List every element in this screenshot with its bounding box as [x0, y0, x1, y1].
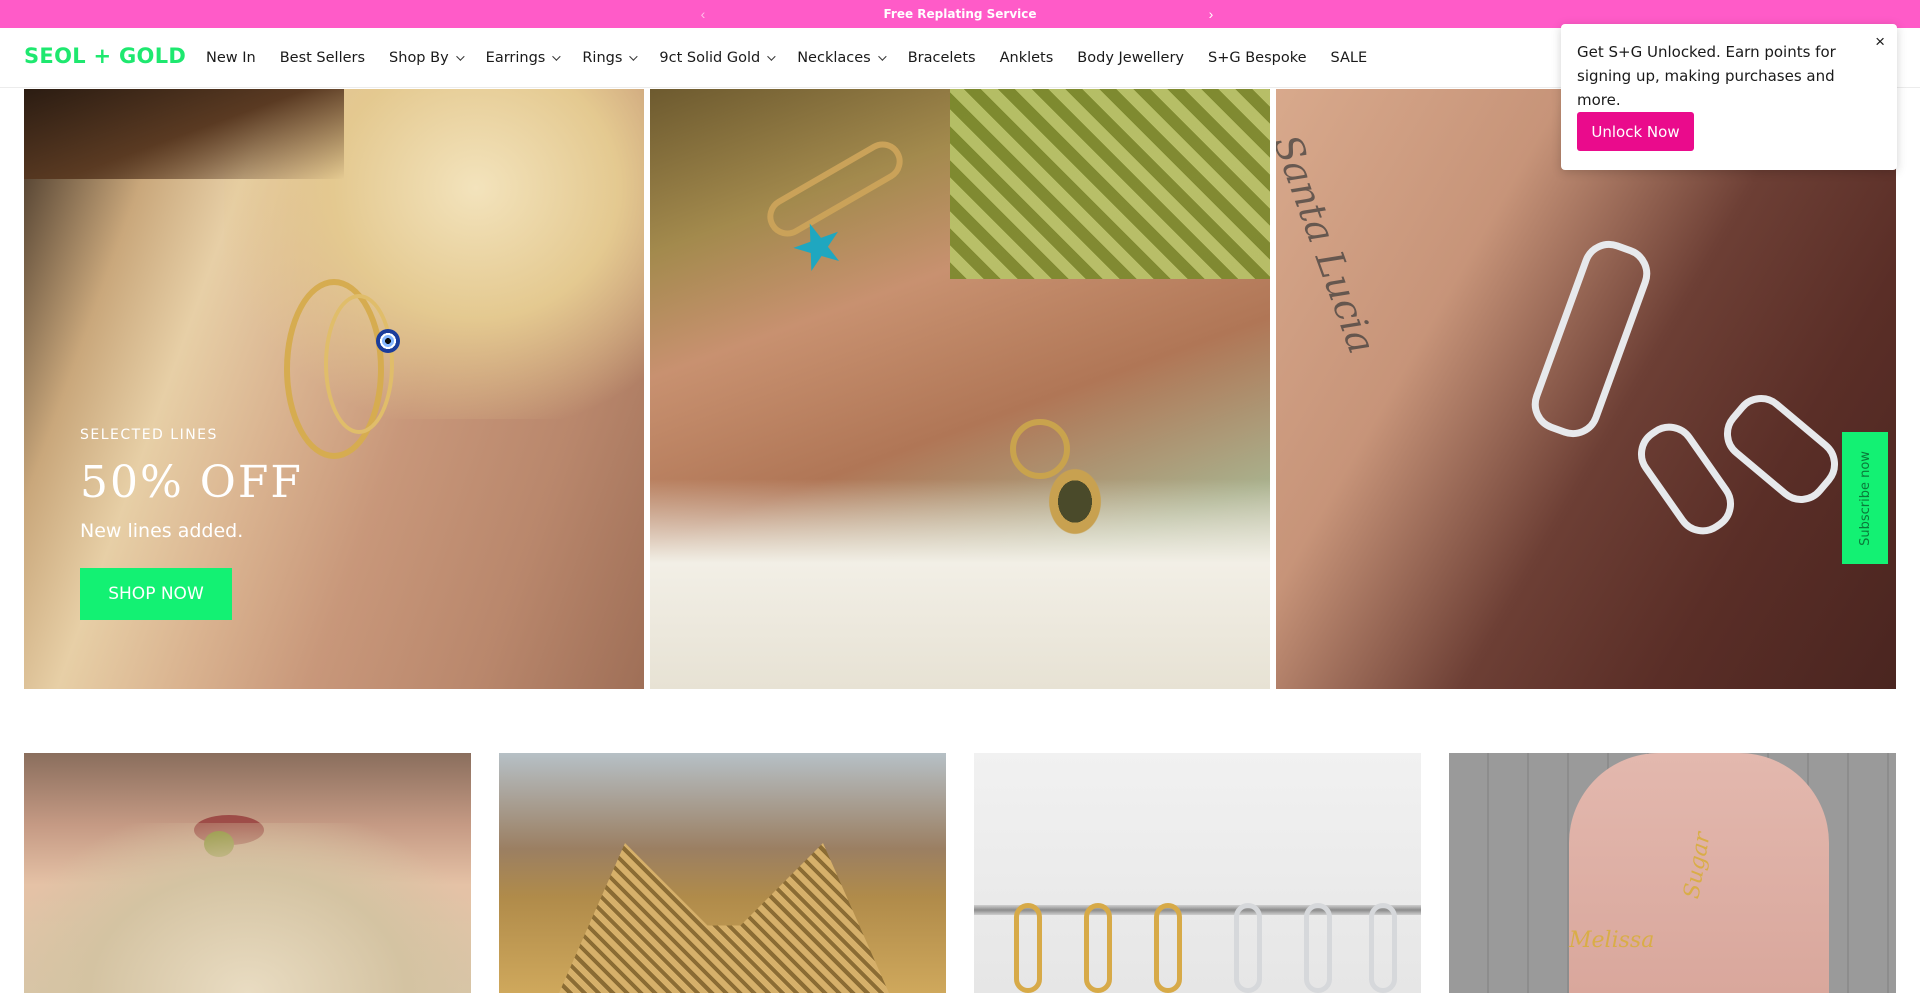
evil-eye-charm-image	[376, 329, 400, 353]
chevron-down-icon	[629, 52, 639, 61]
chevron-down-icon	[877, 52, 887, 61]
nav-label: Body Jewellery	[1077, 50, 1185, 66]
site-logo[interactable]: SEOL + GOLD	[24, 44, 186, 68]
chevron-down-icon	[455, 52, 465, 61]
silver-link-image	[1712, 383, 1850, 515]
main-nav: New In Best Sellers Shop By Earrings Rin…	[206, 28, 1391, 88]
subscribe-now-tab[interactable]: Subscribe now	[1842, 432, 1888, 564]
chevron-down-icon	[767, 52, 776, 61]
nav-label: SALE	[1330, 50, 1368, 66]
chevron-left-icon[interactable]: ‹	[694, 5, 712, 23]
product-card-olive[interactable]	[24, 753, 471, 993]
hero-subline: New lines added.	[80, 520, 244, 542]
product-card-hoops[interactable]	[974, 753, 1421, 993]
nav-item-9ct-solid-gold[interactable]: 9ct Solid Gold	[659, 50, 776, 66]
hero-image-earrings[interactable]: SELECTED LINES 50% OFF New lines added. …	[24, 89, 644, 689]
gingham-sleeve-decor	[950, 89, 1270, 279]
hero-image-silver-bracelet[interactable]: Santa Lucia	[1276, 89, 1896, 689]
announcement-text[interactable]: Free Replating Service	[883, 7, 1036, 21]
nav-item-anklets[interactable]: Anklets	[1000, 50, 1054, 66]
hero-image-starfish-bracelet[interactable]: ★	[650, 89, 1270, 689]
hoop-earring-image	[1234, 903, 1262, 993]
fur-coat-decor	[24, 823, 471, 993]
hoop-earring-image	[1369, 903, 1397, 993]
nav-item-sg-bespoke[interactable]: S+G Bespoke	[1208, 50, 1307, 66]
hoop-earring-image	[1014, 903, 1042, 993]
sequin-top-decor	[559, 843, 889, 993]
nav-item-sale[interactable]: SALE	[1331, 50, 1368, 66]
subscribe-now-label: Subscribe now	[1857, 450, 1873, 546]
nav-label: Bracelets	[907, 50, 976, 66]
nav-label: S+G Bespoke	[1208, 50, 1307, 66]
nav-item-best-sellers[interactable]: Best Sellers	[280, 50, 365, 66]
hero-sunglass-decor	[24, 89, 344, 179]
nav-label: Shop By	[389, 50, 449, 66]
close-icon[interactable]: ×	[1875, 32, 1885, 52]
lace-skirt-decor	[650, 479, 1270, 689]
nav-item-rings[interactable]: Rings	[582, 50, 639, 66]
nav-item-bracelets[interactable]: Bracelets	[908, 50, 976, 66]
hero-copy: SELECTED LINES 50% OFF New lines added. …	[80, 427, 303, 620]
nav-label: New In	[206, 50, 256, 66]
name-ring-image: Melissa	[1569, 928, 1655, 953]
nav-label: Best Sellers	[279, 50, 366, 66]
popup-message: Get S+G Unlocked. Earn points for signin…	[1577, 43, 1836, 109]
nav-label: Earrings	[485, 50, 546, 66]
hoop-earring-image	[1304, 903, 1332, 993]
product-card-name-rings[interactable]: Melissa Sugar	[1449, 753, 1896, 993]
hoop-earring-image	[324, 294, 394, 434]
nav-item-new-in[interactable]: New In	[206, 50, 256, 66]
nav-item-earrings[interactable]: Earrings	[485, 50, 562, 66]
chevron-down-icon	[552, 52, 562, 61]
hero-eyebrow: SELECTED LINES	[80, 427, 218, 443]
hero-headline: 50% OFF	[80, 457, 303, 508]
unlock-now-button[interactable]: Unlock Now	[1577, 112, 1694, 151]
signet-ring-image	[1045, 464, 1105, 539]
chevron-right-icon[interactable]: ›	[1202, 5, 1220, 23]
silver-clasp-image	[1523, 233, 1659, 445]
nav-label: 9ct Solid Gold	[659, 50, 761, 66]
nav-label: Necklaces	[797, 50, 871, 66]
nav-label: Anklets	[999, 50, 1054, 66]
hoop-earring-image	[1154, 903, 1182, 993]
loyalty-popup: Get S+G Unlocked. Earn points for signin…	[1561, 24, 1897, 170]
nav-item-necklaces[interactable]: Necklaces	[797, 50, 887, 66]
nav-item-body-jewellery[interactable]: Body Jewellery	[1077, 50, 1184, 66]
hoop-earring-image	[1084, 903, 1112, 993]
shop-now-button[interactable]: SHOP NOW	[80, 568, 232, 620]
tattoo-script-decor: Santa Lucia	[1276, 129, 1385, 360]
product-card-necklace[interactable]	[499, 753, 946, 993]
nav-label: Rings	[582, 50, 623, 66]
nav-item-shop-by[interactable]: Shop By	[389, 50, 465, 66]
